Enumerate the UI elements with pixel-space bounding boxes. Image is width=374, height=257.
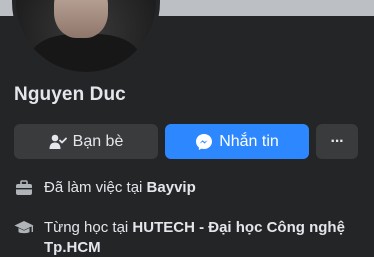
- person-check-icon: [49, 134, 67, 150]
- intro-study-text: Từng học tại HUTECH - Đại học Công nghệ …: [44, 218, 362, 257]
- avatar-face: [54, 0, 108, 38]
- briefcase-icon: [14, 178, 34, 198]
- avatar-jacket: [30, 34, 140, 72]
- more-button[interactable]: ···: [316, 124, 358, 159]
- intro-work-place[interactable]: Bayvip: [147, 179, 196, 196]
- intro-study-row: Từng học tại HUTECH - Đại học Công nghệ …: [14, 218, 364, 257]
- avatar-ring: [12, 0, 160, 76]
- more-dots-icon: ···: [330, 132, 345, 150]
- profile-page: Nguyen Duc Bạn bè Nhắn tin ··· Đã làm vi…: [0, 0, 374, 257]
- friends-button[interactable]: Bạn bè: [14, 124, 158, 159]
- message-button[interactable]: Nhắn tin: [165, 124, 309, 159]
- intro-study-prefix: Từng học tại: [44, 219, 133, 236]
- graduation-cap-icon: [14, 218, 34, 238]
- intro-work-prefix: Đã làm việc tại: [44, 179, 147, 196]
- intro-work-text: Đã làm việc tại Bayvip: [44, 178, 196, 198]
- messenger-icon: [195, 133, 213, 151]
- friends-button-label: Bạn bè: [72, 132, 124, 150]
- intro-work-row: Đã làm việc tại Bayvip: [14, 178, 196, 198]
- profile-name: Nguyen Duc: [14, 84, 126, 105]
- avatar[interactable]: [16, 0, 156, 72]
- message-button-label: Nhắn tin: [219, 132, 279, 150]
